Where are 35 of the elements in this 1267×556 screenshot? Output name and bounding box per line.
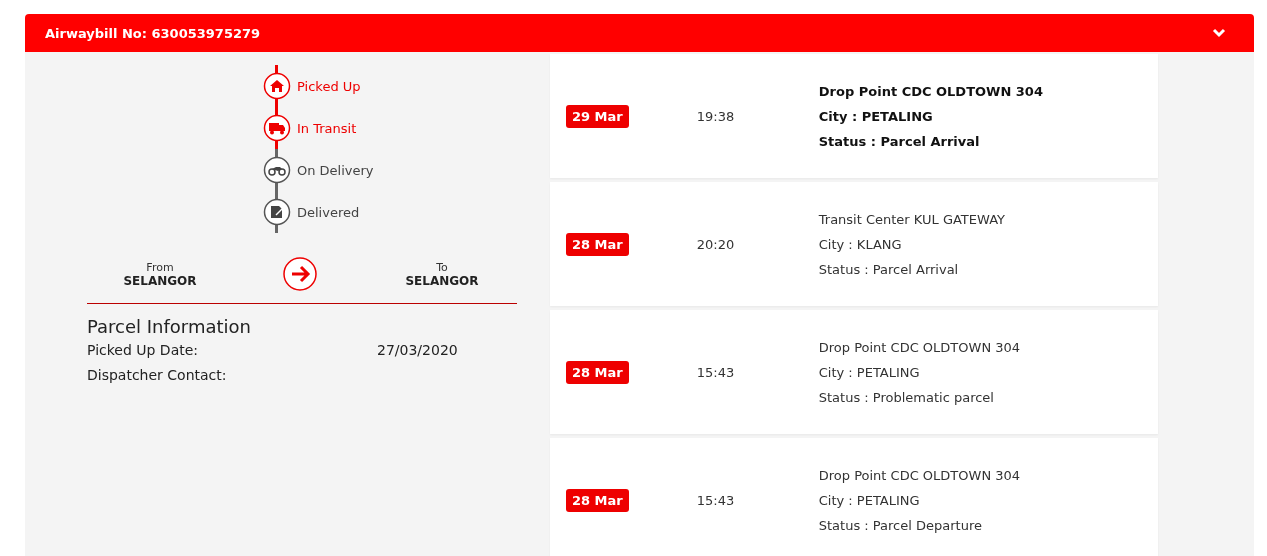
from-label: From	[146, 260, 174, 274]
chevron-icon[interactable]	[1212, 28, 1226, 38]
event-time: 19:38	[696, 108, 736, 124]
step-label: On Delivery	[297, 162, 374, 178]
from-location: SELANGOR	[123, 273, 197, 288]
event-city: City : KLANG	[818, 236, 903, 252]
step-label: Picked Up	[297, 78, 361, 94]
step-label: In Transit	[297, 120, 357, 136]
event-location: Transit Center KUL GATEWAY	[818, 211, 1005, 227]
field-label: Picked Up Date:	[87, 341, 200, 358]
date-badge: 28 Mar	[566, 488, 629, 512]
date-badge: 28 Mar	[566, 232, 629, 256]
event-status: Status : Parcel Arrival	[818, 261, 960, 277]
event-time: 15:43	[696, 364, 736, 380]
airwaybill-title: Airwaybill No: 630053975279	[45, 25, 261, 41]
event-location: Drop Point CDC OLDTOWN 304	[818, 467, 1021, 483]
to-label: To	[436, 260, 448, 274]
date-badge: 29 Mar	[566, 104, 629, 128]
event-city: City : PETALING	[818, 492, 921, 508]
event-status: Status : Parcel Arrival	[818, 133, 981, 149]
event-city: City : PETALING	[818, 364, 921, 380]
event-location: Drop Point CDC OLDTOWN 304	[818, 83, 1043, 99]
event-location: Drop Point CDC OLDTOWN 304	[818, 339, 1021, 355]
event-time: 20:20	[696, 236, 736, 252]
step-label: Delivered	[297, 204, 360, 220]
event-city: City : PETALING	[818, 108, 934, 124]
field-label: Dispatcher Contact:	[87, 366, 228, 383]
event-status: Status : Parcel Departure	[818, 517, 983, 533]
date-badge: 28 Mar	[566, 360, 629, 384]
arrow-right-icon	[283, 257, 317, 291]
event-status: Status : Problematic parcel	[818, 389, 995, 405]
field-value: 27/03/2020	[377, 341, 458, 358]
event-time: 15:43	[696, 492, 736, 508]
section-title: Parcel Information	[87, 316, 252, 337]
to-location: SELANGOR	[405, 273, 479, 288]
